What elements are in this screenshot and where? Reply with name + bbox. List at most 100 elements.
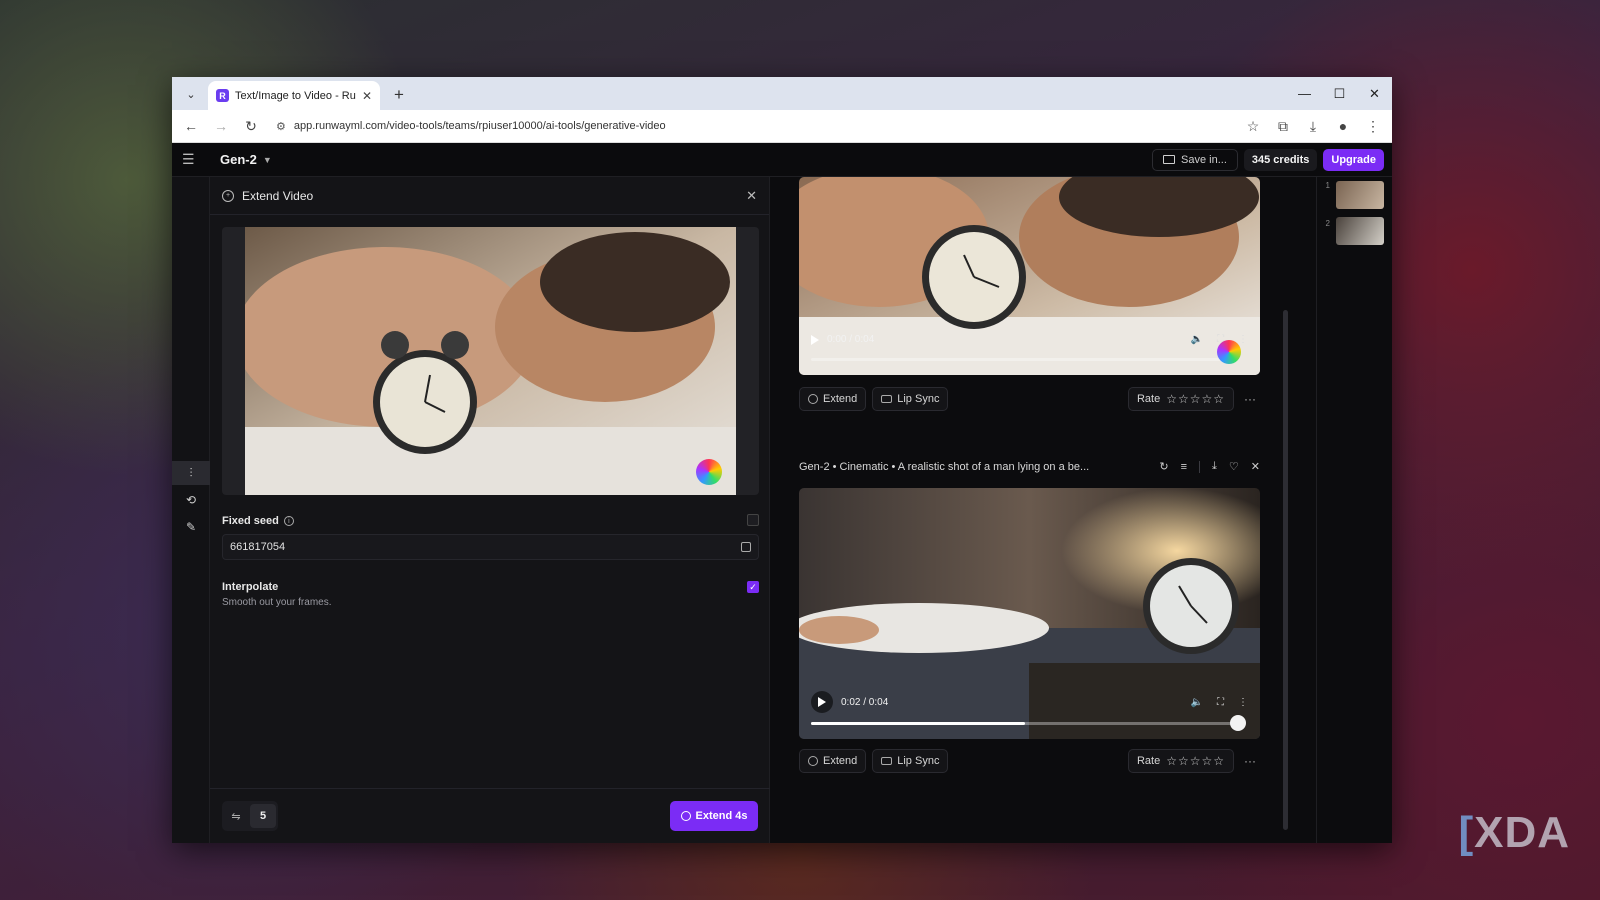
favorite-heart-icon[interactable]: ♡ — [1229, 460, 1239, 473]
sliders-icon[interactable]: ⫶ — [172, 461, 210, 485]
xda-watermark: [XDA — [1458, 808, 1570, 857]
seed-input[interactable]: 661817054 — [222, 534, 759, 560]
lip-sync-video-2-button[interactable]: Lip Sync — [872, 749, 949, 773]
motion-icon[interactable]: ⟲ — [172, 488, 210, 512]
reload-icon[interactable]: ↻ — [238, 113, 264, 139]
extend-button[interactable]: Extend 4s — [670, 801, 758, 831]
tool-rail: ⫶ ⟲ ✎ — [172, 177, 210, 843]
video-2-progress[interactable] — [811, 715, 1246, 731]
generation-count[interactable]: ⇋ 5 — [222, 801, 278, 831]
copy-icon[interactable] — [741, 542, 751, 552]
fullscreen-icon[interactable]: ⛶ — [1217, 697, 1224, 708]
video-menu-icon[interactable]: ⋮ — [1238, 697, 1248, 708]
extend-video-1-button[interactable]: Extend — [799, 387, 867, 411]
panel-header: + Extend Video ✕ — [210, 177, 769, 215]
fixed-seed-checkbox[interactable] — [747, 514, 759, 526]
volume-icon[interactable]: 🔈 — [1191, 697, 1203, 708]
browser-menu-icon[interactable]: ⋮ — [1360, 113, 1386, 139]
hamburger-menu-icon[interactable]: ☰ — [182, 151, 204, 168]
chevron-down-icon: ▼ — [262, 154, 272, 165]
video-2-time: 0:02 / 0:04 — [841, 696, 889, 708]
video-2-scrub-knob[interactable] — [1230, 715, 1246, 731]
back-icon[interactable]: ← — [178, 113, 204, 139]
settings-sliders-icon: ⇋ — [231, 810, 241, 823]
brush-icon[interactable]: ✎ — [172, 515, 210, 539]
download-icon[interactable]: ⤓ — [1212, 460, 1217, 473]
lip-sync-video-1-button[interactable]: Lip Sync — [872, 387, 949, 411]
header-actions: Save in... 345 credits Upgrade — [1152, 148, 1384, 171]
tab-close-icon[interactable]: ✕ — [362, 89, 372, 103]
app-body: ⫶ ⟲ ✎ + Extend Video ✕ Fixed seed i 6618… — [172, 177, 1392, 843]
forward-icon[interactable]: → — [208, 113, 234, 139]
browser-toolbar: ← → ↻ ⚙ app.runwayml.com/video-tools/tea… — [172, 110, 1392, 143]
browser-tab[interactable]: R Text/Image to Video - Runway ✕ — [208, 81, 380, 110]
generation-title[interactable]: Gen-2 • Cinematic • A realistic shot of … — [799, 461, 1119, 473]
download-icon[interactable]: ⤓ — [1300, 113, 1326, 139]
tab-title: Text/Image to Video - Runway — [235, 89, 356, 102]
video-1-progress[interactable] — [811, 358, 1238, 361]
regenerate-icon[interactable]: ↻ — [1159, 460, 1168, 473]
video-1-frame — [799, 177, 1260, 375]
extend-icon — [808, 756, 818, 766]
model-selector[interactable]: Gen-2 ▼ — [220, 152, 272, 167]
details-icon[interactable]: ≡ — [1181, 461, 1187, 473]
save-in-button[interactable]: Save in... — [1152, 148, 1238, 171]
tab-strip: ⌄ R Text/Image to Video - Runway ✕ + — ☐… — [172, 77, 1392, 110]
bookmark-star-icon[interactable]: ☆ — [1240, 113, 1266, 139]
profile-avatar-icon[interactable]: ● — [1330, 113, 1356, 139]
generation-thumbnails: 1 2 — [1316, 177, 1392, 843]
minimize-icon[interactable]: — — [1287, 77, 1322, 110]
rate-video-1[interactable]: Rate ☆☆☆☆☆ — [1127, 387, 1234, 411]
url-text: app.runwayml.com/video-tools/teams/rpius… — [293, 120, 666, 132]
folder-icon — [1163, 155, 1176, 164]
feed-scrollbar[interactable] — [1283, 177, 1288, 843]
video-1-time: 0:00 / 0:04 — [827, 334, 875, 345]
panel-title: Extend Video — [242, 188, 314, 203]
interpolate-checkbox[interactable]: ✓ — [747, 581, 759, 593]
generation-orb-icon — [696, 459, 722, 485]
runway-favicon-icon: R — [216, 89, 229, 102]
more-options-icon[interactable]: ··· — [1240, 392, 1260, 406]
site-settings-icon[interactable]: ⚙ — [276, 120, 286, 133]
extend-icon — [680, 811, 691, 821]
panel-footer: ⇋ 5 Extend 4s — [210, 788, 770, 843]
window-controls: — ☐ ✕ — [1287, 77, 1392, 110]
browser-window: ⌄ R Text/Image to Video - Runway ✕ + — ☐… — [172, 77, 1392, 843]
info-icon[interactable]: i — [283, 516, 294, 526]
play-button[interactable] — [811, 691, 833, 713]
lip-sync-icon — [881, 757, 893, 765]
lip-sync-icon — [881, 395, 893, 403]
video-player-1[interactable]: 0:00 / 0:04 🔈 ⛶ ⋮ — [799, 177, 1260, 375]
fixed-seed-label: Fixed seed i — [222, 515, 294, 527]
volume-icon[interactable]: 🔈 — [1191, 334, 1203, 345]
rating-stars[interactable]: ☆☆☆☆☆ — [1166, 754, 1225, 768]
upgrade-button[interactable]: Upgrade — [1323, 148, 1384, 171]
count-value: 5 — [250, 804, 276, 828]
address-bar[interactable]: ⚙ app.runwayml.com/video-tools/teams/rpi… — [268, 113, 1236, 139]
credits-badge[interactable]: 345 credits — [1243, 148, 1318, 171]
close-panel-icon[interactable]: ✕ — [746, 188, 757, 204]
new-tab-icon[interactable]: + — [386, 82, 412, 108]
maximize-icon[interactable]: ☐ — [1322, 77, 1357, 110]
rate-video-2[interactable]: Rate ☆☆☆☆☆ — [1127, 749, 1234, 773]
delete-close-icon[interactable]: ✕ — [1251, 460, 1260, 473]
video-1-controls: 0:00 / 0:04 🔈 ⛶ ⋮ — [811, 334, 1248, 345]
video-2-actions: Extend Lip Sync Rate ☆☆☆☆☆ ··· — [799, 748, 1260, 774]
rating-stars[interactable]: ☆☆☆☆☆ — [1166, 392, 1225, 406]
video-2-progress-fill — [811, 722, 1025, 725]
thumbnail-2[interactable] — [1336, 217, 1384, 245]
more-options-icon[interactable]: ··· — [1240, 754, 1260, 768]
window-close-icon[interactable]: ✕ — [1357, 77, 1392, 110]
play-icon[interactable] — [811, 334, 819, 345]
video-menu-icon[interactable]: ⋮ — [1238, 334, 1248, 345]
extensions-icon[interactable]: ⧉ — [1270, 113, 1296, 139]
scrollbar-thumb[interactable] — [1283, 310, 1288, 830]
video-2-controls: 0:02 / 0:04 🔈 ⛶ ⋮ — [811, 691, 1248, 713]
extend-video-2-button[interactable]: Extend — [799, 749, 867, 773]
source-video-preview — [222, 227, 759, 495]
thumbnail-1[interactable] — [1336, 181, 1384, 209]
tab-search-chevron-icon[interactable]: ⌄ — [178, 81, 204, 107]
divider — [1199, 460, 1201, 473]
interpolate-description: Smooth out your frames. — [222, 597, 332, 608]
video-player-2[interactable]: 0:02 / 0:04 🔈 ⛶ ⋮ — [799, 488, 1260, 739]
